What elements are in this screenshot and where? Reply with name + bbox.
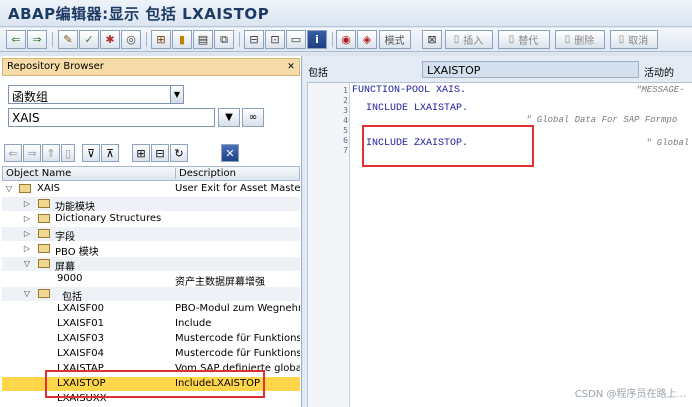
tree-node-screens[interactable]: ▽ 屏幕	[2, 257, 300, 273]
columns-icon[interactable]: ⊟	[151, 144, 169, 162]
collapse-icon[interactable]: ⊽	[82, 144, 100, 162]
folder-icon	[38, 229, 50, 238]
folder-icon	[38, 244, 50, 253]
tree-node-function-modules[interactable]: ▷ 功能模块	[2, 197, 300, 213]
where-used-icon[interactable]: ⊞	[151, 30, 171, 49]
editor-panel: 包括 LXAISTOP 活动的 1 2 3 4 5 6 7 FUNCTION-P…	[303, 56, 692, 407]
folder-icon	[38, 214, 50, 223]
hierarchy-tree-icon[interactable]: ⊞	[132, 144, 150, 162]
history-icon[interactable]: ▯	[61, 144, 75, 162]
pattern-icon[interactable]: ◉	[336, 30, 356, 49]
tree-node-includes[interactable]: ▽ 包括	[2, 287, 300, 303]
highlight-box-editor	[362, 125, 534, 167]
check-icon[interactable]: ✓	[79, 30, 99, 49]
test-icon[interactable]: ◎	[121, 30, 141, 49]
folder-icon	[38, 289, 50, 298]
expand-icon[interactable]: ⊼	[101, 144, 119, 162]
collapsed-icon[interactable]: ▷	[22, 227, 32, 241]
expanded-icon[interactable]: ▽	[4, 182, 14, 196]
insert-icon: ▯	[453, 34, 460, 45]
pretty-printer-icon[interactable]: ◈	[357, 30, 377, 49]
cancel-button[interactable]: ▯ 取消	[610, 30, 658, 49]
insert-button[interactable]: ▯ 插入	[445, 30, 493, 49]
repository-browser-panel: Repository Browser ✕ 函数组 ▼ XAIS ▼ ∞ ⇐ ⇒ …	[0, 56, 302, 407]
back-arrow-icon[interactable]: ⇐	[6, 30, 26, 49]
replace-icon: ▯	[508, 34, 515, 45]
refresh-icon[interactable]: ↻	[170, 144, 188, 162]
window-title: ABAP编辑器:显示 包括 LXAISTOP	[8, 5, 270, 23]
code-comment-line-3: " Global Data For SAP Formpo	[526, 115, 678, 125]
collapsed-icon[interactable]: ▷	[22, 212, 32, 226]
up-level-icon[interactable]: ⇑	[42, 144, 60, 162]
expanded-icon[interactable]: ▽	[22, 287, 32, 301]
tree-node-screen-9000[interactable]: 9000 资产主数据屏幕增强	[2, 272, 300, 288]
previous-object-icon[interactable]: ⇐	[4, 144, 22, 162]
close-icon[interactable]: ✕	[286, 62, 296, 72]
repository-browser-header: Repository Browser ✕	[2, 58, 300, 76]
collapsed-icon[interactable]: ▷	[22, 197, 32, 211]
browser-toolbar: ⇐ ⇒ ⇑ ▯ ⊽ ⊼ ⊞ ⊟ ↻ ✕	[2, 144, 300, 164]
folder-icon	[38, 259, 50, 268]
object-type-dropdown[interactable]: 函数组 ▼	[8, 85, 184, 104]
object-name-input[interactable]: XAIS	[8, 108, 215, 127]
tree-node-pbo-modules[interactable]: ▷ PBO 模块	[2, 242, 300, 258]
tree-node-fields[interactable]: ▷ 字段	[2, 227, 300, 243]
folder-icon	[19, 184, 31, 193]
cancel-icon: ▯	[618, 34, 625, 45]
tree-node-lxaisf00[interactable]: LXAISF00 PBO-Modul zum Wegnehmen	[2, 302, 300, 316]
info-icon[interactable]: i	[307, 30, 327, 49]
line-number-gutter: 1 2 3 4 5 6 7	[308, 83, 350, 407]
code-comment-line-1: "MESSAGE-	[636, 85, 685, 95]
tree-toggle-icon[interactable]: ⊠	[422, 30, 442, 49]
delete-icon: ▯	[564, 34, 571, 45]
code-line-1[interactable]: FUNCTION-POOL XAIS.	[352, 85, 466, 96]
forward-arrow-icon[interactable]: ⇒	[27, 30, 47, 49]
include-label: 包括	[308, 68, 328, 79]
glasses-icon[interactable]: ∞	[242, 108, 264, 127]
column-object-name[interactable]: Object Name	[6, 168, 71, 179]
title-bar: ABAP编辑器:显示 包括 LXAISTOP	[0, 0, 692, 27]
tree-node-lxaisf01[interactable]: LXAISF01 Include	[2, 317, 300, 331]
tree-node-function-group[interactable]: ▽ XAIS User Exit for Asset Master	[2, 182, 300, 196]
navigation-icon[interactable]: ⧉	[214, 30, 234, 49]
repository-browser-title: Repository Browser	[7, 61, 104, 72]
tree-node-lxaisf03[interactable]: LXAISF03 Mustercode für Funktionsb	[2, 332, 300, 346]
code-comment-line-6: " Global	[646, 138, 690, 148]
object-list-icon[interactable]: ▮	[172, 30, 192, 49]
replace-button[interactable]: ▯ 替代	[498, 30, 550, 49]
tree-node-lxaisf04[interactable]: LXAISF04 Mustercode für Funktionsb	[2, 347, 300, 361]
editor-header: 包括 LXAISTOP 活动的	[303, 61, 692, 79]
enhance-icon[interactable]: ⊡	[265, 30, 285, 49]
chevron-down-icon[interactable]: ▼	[170, 86, 183, 103]
folder-icon	[38, 199, 50, 208]
status-label: 活动的	[644, 68, 674, 79]
highlight-box-tree	[45, 370, 265, 398]
include-name-field: LXAISTOP	[422, 61, 639, 78]
next-object-icon[interactable]: ⇒	[23, 144, 41, 162]
tree-column-header: Object Name Description	[2, 166, 300, 181]
delete-button[interactable]: ▯ 删除	[555, 30, 605, 49]
display-dropdown-icon[interactable]: ▼	[218, 108, 240, 127]
application-toolbar: ⇐ ⇒ ✎ ✓ ✱ ◎ ⊞ ▮ ▤ ⧉ ⊟ ⊡ ▭ i ◉ ◈ 模式 ⊠ ▯ 插入…	[0, 28, 692, 52]
expanded-icon[interactable]: ▽	[22, 257, 32, 271]
window-icon[interactable]: ▭	[286, 30, 306, 49]
column-description[interactable]: Description	[175, 168, 236, 179]
edit-toggle-icon[interactable]: ✎	[58, 30, 78, 49]
activate-icon[interactable]: ✱	[100, 30, 120, 49]
display-object-icon[interactable]: ▤	[193, 30, 213, 49]
code-line-3[interactable]: INCLUDE LXAISTAP.	[354, 103, 468, 114]
collapsed-icon[interactable]: ▷	[22, 242, 32, 256]
hierarchy-icon[interactable]: ⊟	[244, 30, 264, 49]
tree-node-dictionary-structures[interactable]: ▷ Dictionary Structures	[2, 212, 300, 226]
watermark: CSDN @程序员在路上...	[574, 389, 686, 400]
mode-button[interactable]: 模式	[379, 30, 411, 49]
close-tree-icon[interactable]: ✕	[221, 144, 239, 162]
